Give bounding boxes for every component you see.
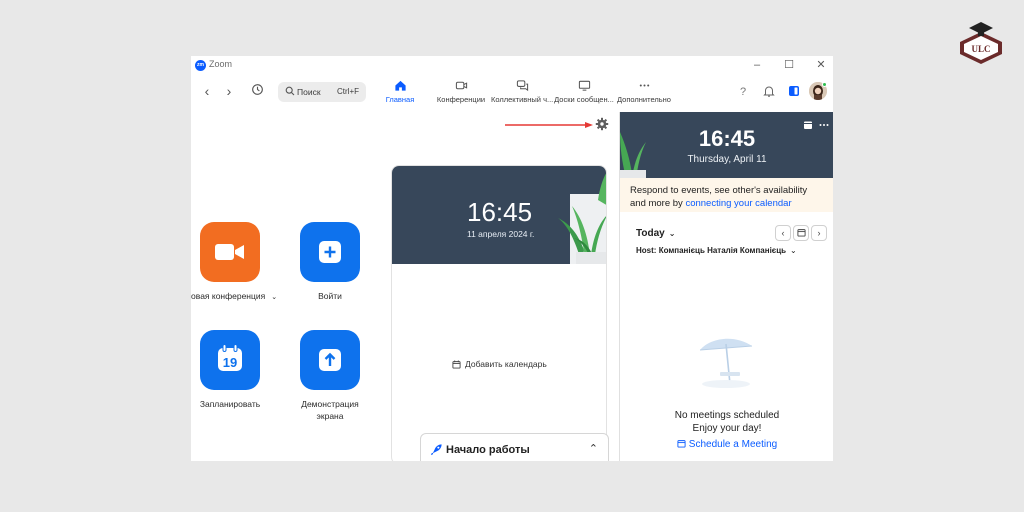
chevron-down-icon[interactable]: ⌄ bbox=[271, 294, 277, 301]
window-title: Zoom bbox=[209, 59, 233, 69]
status-indicator bbox=[822, 82, 827, 87]
title-bar: zm Zoom – ☐ ✕ bbox=[191, 56, 833, 74]
schedule-button[interactable]: 19 bbox=[200, 330, 260, 390]
chevron-down-icon: ⌄ bbox=[790, 246, 797, 255]
history-icon bbox=[251, 84, 263, 95]
history-button[interactable] bbox=[249, 82, 265, 100]
side-panel-date: Thursday, April 11 bbox=[687, 154, 767, 165]
tab-label: Дополнительно bbox=[617, 95, 671, 104]
home-icon bbox=[394, 80, 406, 91]
connect-calendar-banner: Respond to events, see other's availabil… bbox=[620, 178, 833, 212]
card-time: 16:45 bbox=[467, 197, 533, 227]
next-day-button[interactable]: › bbox=[811, 225, 827, 241]
tab-label: Доски сообщен... bbox=[554, 95, 614, 104]
chevron-down-icon: ⌄ bbox=[668, 229, 676, 238]
tab-meetings[interactable]: Конференции bbox=[436, 79, 486, 109]
card-header: 16:45 11 апреля 2024 г. bbox=[392, 166, 606, 264]
tab-label: Главная bbox=[385, 95, 415, 104]
chat-icon bbox=[516, 80, 528, 92]
bell-icon[interactable] bbox=[762, 84, 776, 98]
calendar-icon bbox=[452, 360, 461, 369]
side-panel-header: 16:45 Thursday, April 11 bbox=[620, 112, 833, 178]
top-toolbar: ‹ › Поиск Ctrl+F Главная Конференции Кол… bbox=[191, 74, 833, 110]
beach-umbrella-illustration bbox=[699, 338, 753, 388]
tab-label: Конференции bbox=[436, 95, 486, 104]
add-calendar-button[interactable]: Добавить календарь bbox=[452, 359, 547, 369]
video-camera-icon bbox=[215, 244, 244, 260]
minimize-button[interactable]: – bbox=[750, 58, 764, 72]
rocket-icon bbox=[430, 444, 442, 456]
tab-whiteboards[interactable]: Доски сообщен... bbox=[553, 79, 615, 109]
previous-day-button[interactable]: ‹ bbox=[775, 225, 791, 241]
gear-icon[interactable] bbox=[595, 117, 609, 131]
plus-icon bbox=[319, 241, 341, 263]
chevron-up-icon[interactable]: ⌃ bbox=[589, 442, 598, 455]
today-dropdown[interactable]: Today ⌄ bbox=[636, 228, 675, 239]
schedule-label: Запланировать bbox=[199, 399, 261, 409]
tab-label: Коллективный ч... bbox=[491, 95, 554, 104]
calendar-picker-button[interactable] bbox=[793, 225, 809, 241]
schedule-meeting-link[interactable]: Schedule a Meeting bbox=[620, 439, 833, 450]
close-button[interactable]: ✕ bbox=[814, 58, 828, 72]
calendar-icon bbox=[677, 440, 686, 448]
host-selector[interactable]: Host: Компанієць Наталія Компанієць ⌄ bbox=[636, 246, 797, 255]
zoom-app-icon: zm bbox=[195, 60, 206, 71]
join-button[interactable] bbox=[300, 222, 360, 282]
maximize-button[interactable]: ☐ bbox=[782, 58, 796, 72]
side-panel-icon[interactable] bbox=[787, 84, 801, 98]
forward-button[interactable]: › bbox=[221, 82, 237, 100]
new-meeting-button[interactable] bbox=[200, 222, 260, 282]
calendar-side-panel: 16:45 Thursday, April 11 Respond to even… bbox=[619, 112, 833, 461]
get-started-panel[interactable]: Начало работы ⌃ bbox=[420, 433, 609, 461]
calendar-day: 19 bbox=[223, 355, 237, 370]
plant-illustration bbox=[558, 173, 606, 264]
connect-calendar-link[interactable]: connecting your calendar bbox=[685, 198, 791, 209]
search-icon bbox=[285, 86, 295, 96]
new-meeting-label: Новая конференция ⌄ bbox=[191, 291, 278, 301]
tab-team-chat[interactable]: Коллективный ч... bbox=[491, 79, 553, 109]
calendar-icon bbox=[796, 229, 806, 237]
calendar-icon: 19 bbox=[218, 344, 242, 371]
get-started-label: Начало работы bbox=[446, 444, 530, 456]
zoom-window: zm Zoom – ☐ ✕ ‹ › Поиск Ctrl+F Главная К… bbox=[191, 56, 833, 461]
video-icon bbox=[455, 81, 467, 90]
join-label: Войти bbox=[318, 291, 342, 301]
calendar-add-icon[interactable] bbox=[803, 120, 813, 130]
tab-more[interactable]: Дополнительно bbox=[616, 79, 672, 109]
calendar-card: 16:45 11 апреля 2024 г. Добавить календа… bbox=[391, 165, 607, 461]
tab-home[interactable]: Главная bbox=[384, 79, 416, 109]
search-box[interactable]: Поиск Ctrl+F bbox=[278, 82, 366, 102]
share-screen-label: Демонстрация экрана bbox=[301, 399, 359, 421]
annotation-arrow bbox=[505, 122, 593, 128]
share-screen-button[interactable] bbox=[300, 330, 360, 390]
search-shortcut: Ctrl+F bbox=[337, 87, 359, 96]
svg-text:?: ? bbox=[740, 86, 746, 98]
card-date: 11 апреля 2024 г. bbox=[467, 229, 535, 239]
help-icon[interactable]: ? bbox=[736, 84, 750, 98]
back-button[interactable]: ‹ bbox=[199, 82, 215, 100]
enjoy-day-text: Enjoy your day! bbox=[692, 423, 762, 434]
share-arrow-icon bbox=[319, 349, 341, 371]
search-placeholder: Поиск bbox=[297, 87, 321, 97]
whiteboard-icon bbox=[578, 80, 590, 91]
side-panel-time: 16:45 bbox=[698, 126, 756, 151]
more-icon bbox=[639, 84, 649, 87]
more-options-icon[interactable] bbox=[819, 120, 829, 130]
no-meetings-text: No meetings scheduled bbox=[674, 410, 780, 421]
ulc-logo: ULC bbox=[952, 20, 1010, 68]
logo-text: ULC bbox=[971, 44, 990, 54]
